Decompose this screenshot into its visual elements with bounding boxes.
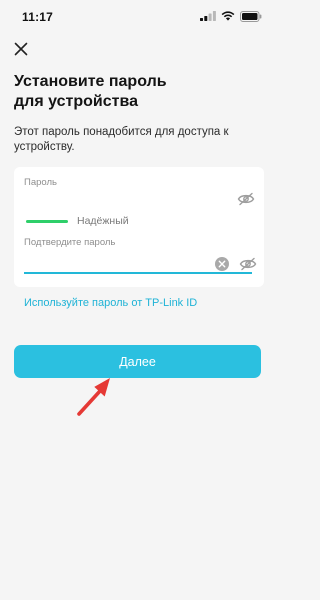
- page-title-line1: Установите пароль: [14, 73, 167, 90]
- page-title-line2: для устройства: [14, 93, 138, 110]
- clear-input-icon[interactable]: [215, 257, 229, 271]
- confirm-password-label: Подтвердите пароль: [24, 237, 116, 248]
- password-form-card: Пароль Надёжный Подтвердите пароль: [14, 167, 264, 287]
- close-button[interactable]: [11, 41, 31, 61]
- battery-icon: [240, 10, 262, 22]
- password-strength-bar: [26, 220, 68, 223]
- close-icon: [14, 42, 28, 61]
- page-subtitle: Этот пароль понадобится для доступа к ус…: [14, 125, 264, 155]
- status-icons: [200, 10, 262, 22]
- password-strength-label: Надёжный: [77, 215, 129, 227]
- status-time: 11:17: [22, 10, 54, 24]
- confirm-password-underline: [24, 272, 252, 274]
- page-subtitle-line2: устройству.: [14, 141, 75, 153]
- eye-off-icon[interactable]: [239, 257, 257, 271]
- page-subtitle-line1: Этот пароль понадобится для доступа к: [14, 126, 229, 138]
- confirm-password-input[interactable]: [24, 253, 214, 269]
- next-button[interactable]: Далее: [14, 345, 261, 378]
- signal-icon: [200, 11, 216, 21]
- eye-off-icon[interactable]: [237, 192, 255, 206]
- wifi-icon: [221, 11, 235, 21]
- password-label: Пароль: [24, 177, 57, 188]
- status-bar: 11:17: [0, 0, 276, 32]
- use-tplink-id-password-link[interactable]: Используйте пароль от TP-Link ID: [24, 297, 197, 309]
- password-input[interactable]: [24, 191, 214, 207]
- page-title: Установите пароль для устройства: [14, 72, 264, 112]
